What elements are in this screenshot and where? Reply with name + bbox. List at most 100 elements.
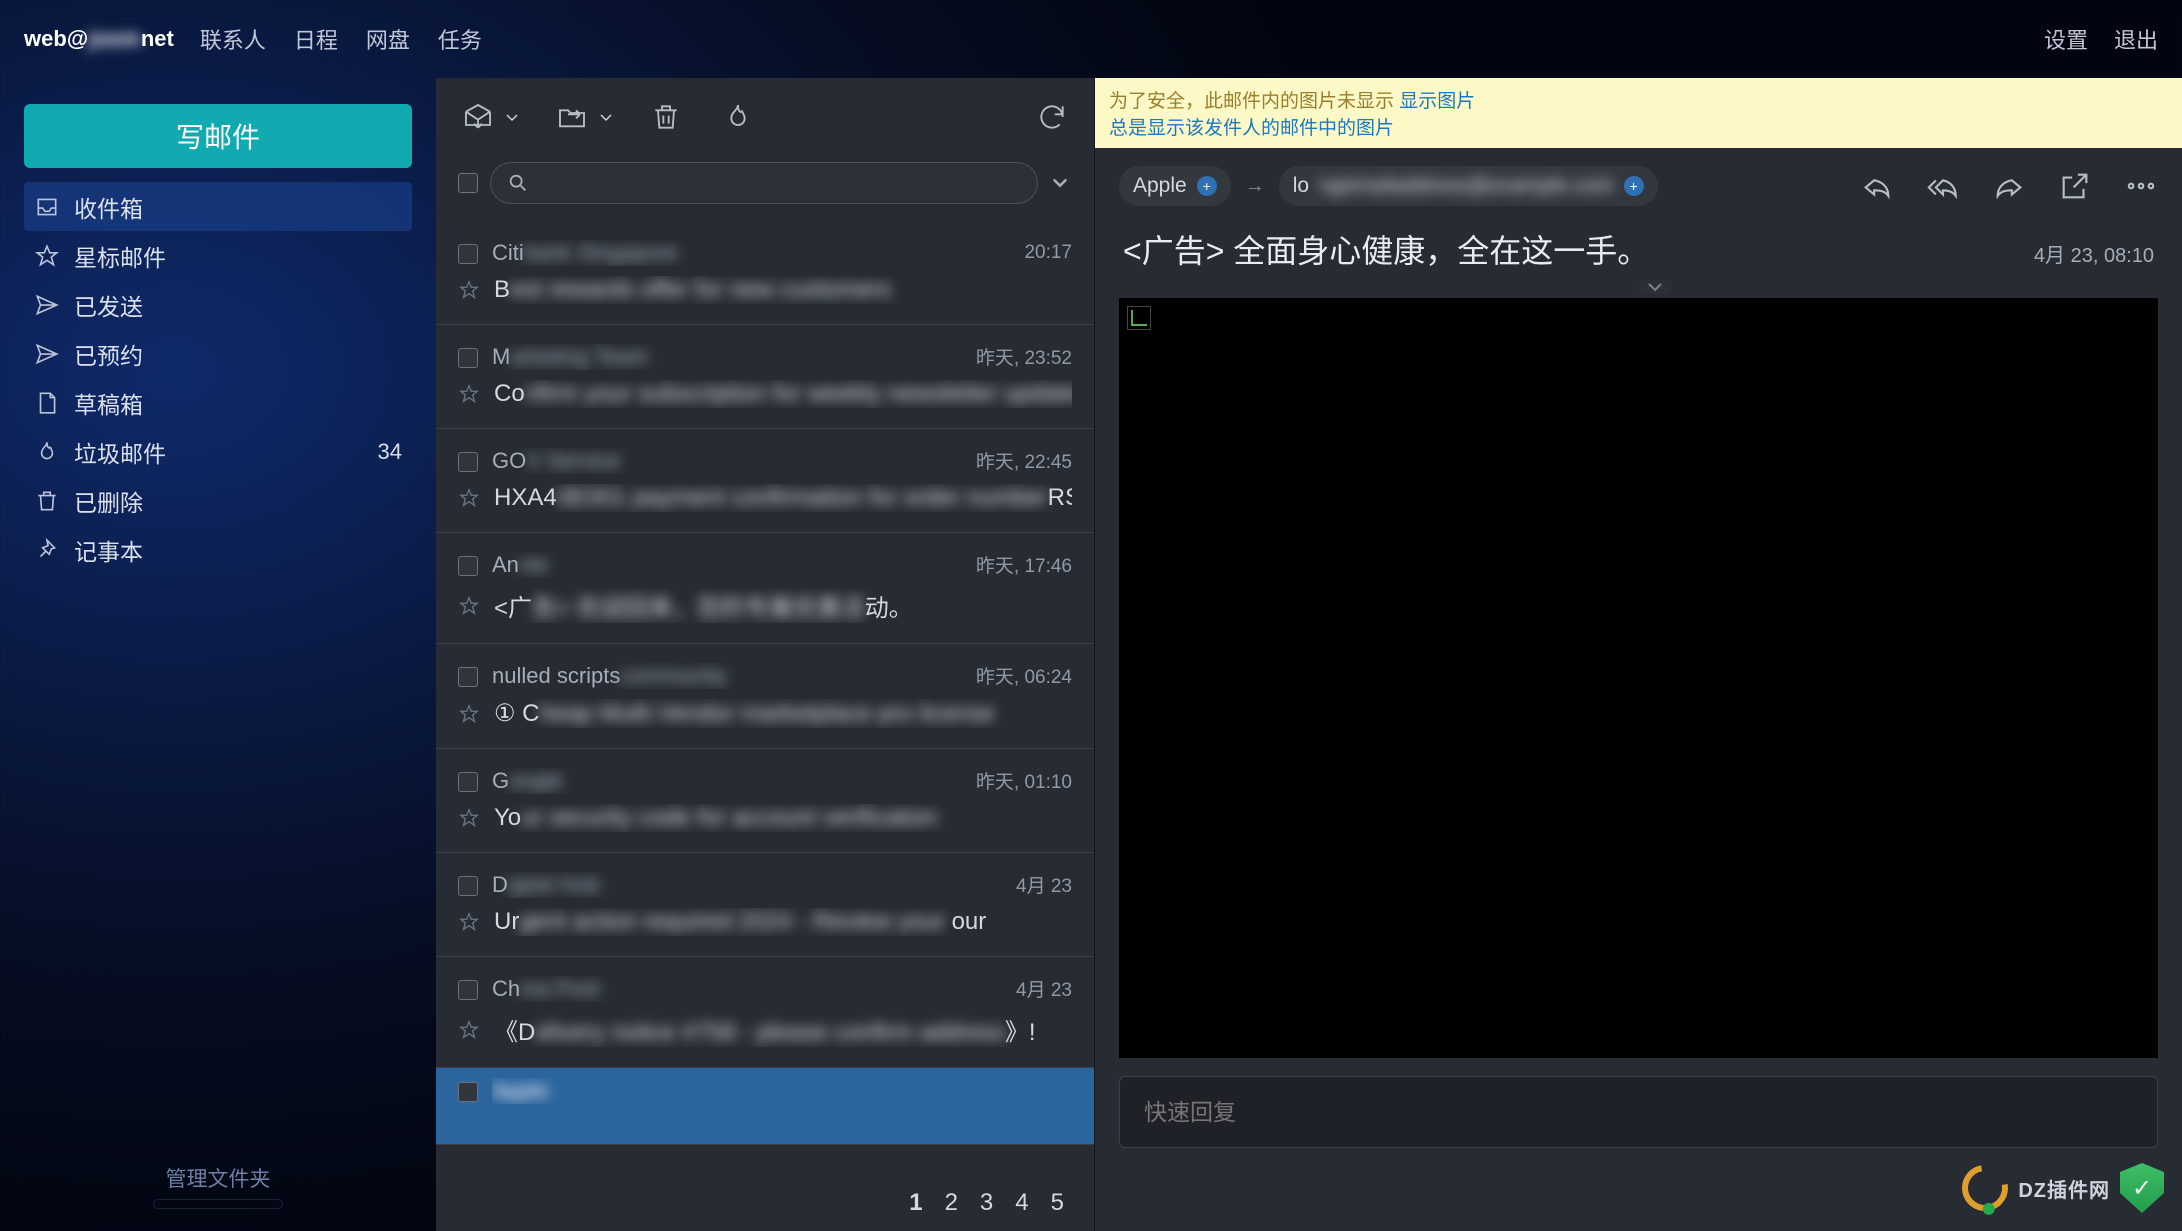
star-toggle[interactable]	[458, 279, 480, 301]
inbox-icon	[34, 194, 60, 220]
add-contact-icon[interactable]: +	[1197, 176, 1217, 196]
message-row[interactable]: Annie昨天, 17:46<广告> 欢迎回来，您的专属优惠活动。	[436, 533, 1094, 644]
message-checkbox[interactable]	[458, 1082, 478, 1102]
star-toggle[interactable]	[458, 703, 480, 725]
message-checkbox[interactable]	[458, 876, 478, 896]
message-sender: nulled scripts community	[492, 663, 962, 689]
nav-calendar[interactable]: 日程	[294, 23, 338, 55]
forward-button[interactable]	[1992, 169, 2026, 203]
forward-icon	[1992, 169, 2026, 203]
message-subject: Urgent action required 2024 - Review you…	[494, 908, 1072, 936]
message-row[interactable]: GOV Service昨天, 22:45HXA40E001 payment co…	[436, 429, 1094, 533]
nav-netdisk[interactable]: 网盘	[366, 23, 410, 55]
chevron-down-icon[interactable]	[598, 109, 614, 125]
star-toggle[interactable]	[458, 1019, 480, 1041]
pagination: 1 2 3 4 5	[436, 1173, 1094, 1231]
star-toggle[interactable]	[458, 911, 480, 933]
spam-button[interactable]	[718, 97, 758, 137]
external-link-icon	[2058, 169, 2092, 203]
always-show-images-link[interactable]: 总是显示该发件人的邮件中的图片	[1109, 118, 1394, 139]
reply-all-button[interactable]	[1926, 169, 1960, 203]
folder-trash[interactable]: 已删除	[24, 476, 412, 525]
search-options-toggle[interactable]	[1050, 172, 1072, 194]
star-toggle[interactable]	[458, 383, 480, 405]
from-chip[interactable]: Apple +	[1119, 166, 1231, 206]
message-row[interactable]: Digital Hub4月 23Urgent action required 2…	[436, 853, 1094, 957]
to-chip-hidden: ngemailaddress@example.com	[1319, 174, 1613, 198]
preview-date: 4月 23, 08:10	[2034, 239, 2154, 268]
manage-folders-link[interactable]: 管理文件夹	[24, 1163, 412, 1193]
refresh-icon	[1036, 101, 1068, 133]
add-contact-icon[interactable]: +	[1624, 176, 1644, 196]
message-time: 昨天, 01:10	[976, 767, 1072, 794]
folder-label: 记事本	[74, 533, 143, 567]
message-time: 昨天, 17:46	[976, 551, 1072, 578]
delete-button[interactable]	[646, 97, 686, 137]
address-prefix: web@	[24, 26, 88, 51]
open-external-button[interactable]	[2058, 169, 2092, 203]
from-chip-label: Apple	[1133, 174, 1187, 198]
address-hidden: joom	[88, 26, 141, 52]
more-actions-button[interactable]	[2124, 169, 2158, 203]
preview-pane: 为了安全，此邮件内的图片未显示 显示图片 总是显示该发件人的邮件中的图片 App…	[1095, 78, 2182, 1231]
page-2[interactable]: 2	[941, 1189, 962, 1217]
top-nav: 联系人 日程 网盘 任务	[200, 23, 482, 55]
move-to-folder-button[interactable]	[552, 97, 592, 137]
archive-button[interactable]	[458, 97, 498, 137]
folder-inbox[interactable]: 收件箱	[24, 182, 412, 231]
folder-send[interactable]: 已预约	[24, 329, 412, 378]
message-checkbox[interactable]	[458, 556, 478, 576]
message-sender: Citibank Singapore	[492, 240, 1010, 266]
folder-send[interactable]: 已发送	[24, 280, 412, 329]
nav-tasks[interactable]: 任务	[438, 23, 482, 55]
message-checkbox[interactable]	[458, 667, 478, 687]
sidebar-footer: 管理文件夹	[24, 1163, 412, 1223]
page-4[interactable]: 4	[1011, 1189, 1032, 1217]
folder-star[interactable]: 星标邮件	[24, 231, 412, 280]
star-toggle[interactable]	[458, 487, 480, 509]
collapse-header-toggle[interactable]	[1639, 280, 1671, 294]
folder-fire[interactable]: 垃圾邮件34	[24, 427, 412, 476]
preview-subject-row: <广告> 全面身心健康，全在这一手。 4月 23, 08:10	[1095, 220, 2182, 288]
message-checkbox[interactable]	[458, 452, 478, 472]
refresh-button[interactable]	[1032, 97, 1072, 137]
page-1[interactable]: 1	[905, 1189, 926, 1217]
sidebar-scrollbar[interactable]	[153, 1199, 283, 1209]
image-blocked-text: 为了安全，此邮件内的图片未显示	[1109, 91, 1399, 112]
star-toggle[interactable]	[458, 595, 480, 617]
logout-link[interactable]: 退出	[2114, 23, 2158, 55]
star-toggle[interactable]	[458, 807, 480, 829]
message-checkbox[interactable]	[458, 980, 478, 1000]
message-row[interactable]: China Post4月 23《Delivery notice #758 - p…	[436, 957, 1094, 1068]
message-checkbox[interactable]	[458, 348, 478, 368]
message-row[interactable]: Google昨天, 01:10Your security code for ac…	[436, 749, 1094, 853]
message-time: 昨天, 23:52	[976, 343, 1072, 370]
settings-link[interactable]: 设置	[2044, 23, 2088, 55]
page-5[interactable]: 5	[1047, 1189, 1068, 1217]
message-checkbox[interactable]	[458, 772, 478, 792]
reply-button[interactable]	[1860, 169, 1894, 203]
to-chip[interactable]: longemailaddress@example.com +	[1279, 166, 1658, 206]
chevron-down-icon[interactable]	[504, 109, 520, 125]
blocked-image-icon	[1127, 306, 1151, 330]
compose-button[interactable]: 写邮件	[24, 104, 412, 168]
star-icon	[34, 243, 60, 269]
quick-reply-box[interactable]	[1119, 1076, 2158, 1148]
message-sender: Apple	[492, 1078, 1072, 1104]
message-row[interactable]: nulled scripts community昨天, 06:24① Cheap…	[436, 644, 1094, 749]
page-3[interactable]: 3	[976, 1189, 997, 1217]
search-box[interactable]	[490, 162, 1038, 204]
message-checkbox[interactable]	[458, 244, 478, 264]
nav-contacts[interactable]: 联系人	[200, 23, 266, 55]
search-input[interactable]	[539, 173, 1021, 194]
message-row[interactable]: Marketing Team昨天, 23:52Confirm your subs…	[436, 325, 1094, 429]
folder-pin[interactable]: 记事本	[24, 525, 412, 574]
message-row[interactable]: Citibank Singapore20:17Best rewards offe…	[436, 222, 1094, 325]
shield-check-icon: ✓	[2120, 1163, 2164, 1213]
select-all-checkbox[interactable]	[458, 173, 478, 193]
show-images-link[interactable]: 显示图片	[1399, 91, 1475, 112]
folder-doc[interactable]: 草稿箱	[24, 378, 412, 427]
message-time: 4月 23	[1016, 871, 1072, 898]
message-row[interactable]: Apple	[436, 1068, 1094, 1145]
quick-reply-input[interactable]	[1144, 1099, 2133, 1126]
